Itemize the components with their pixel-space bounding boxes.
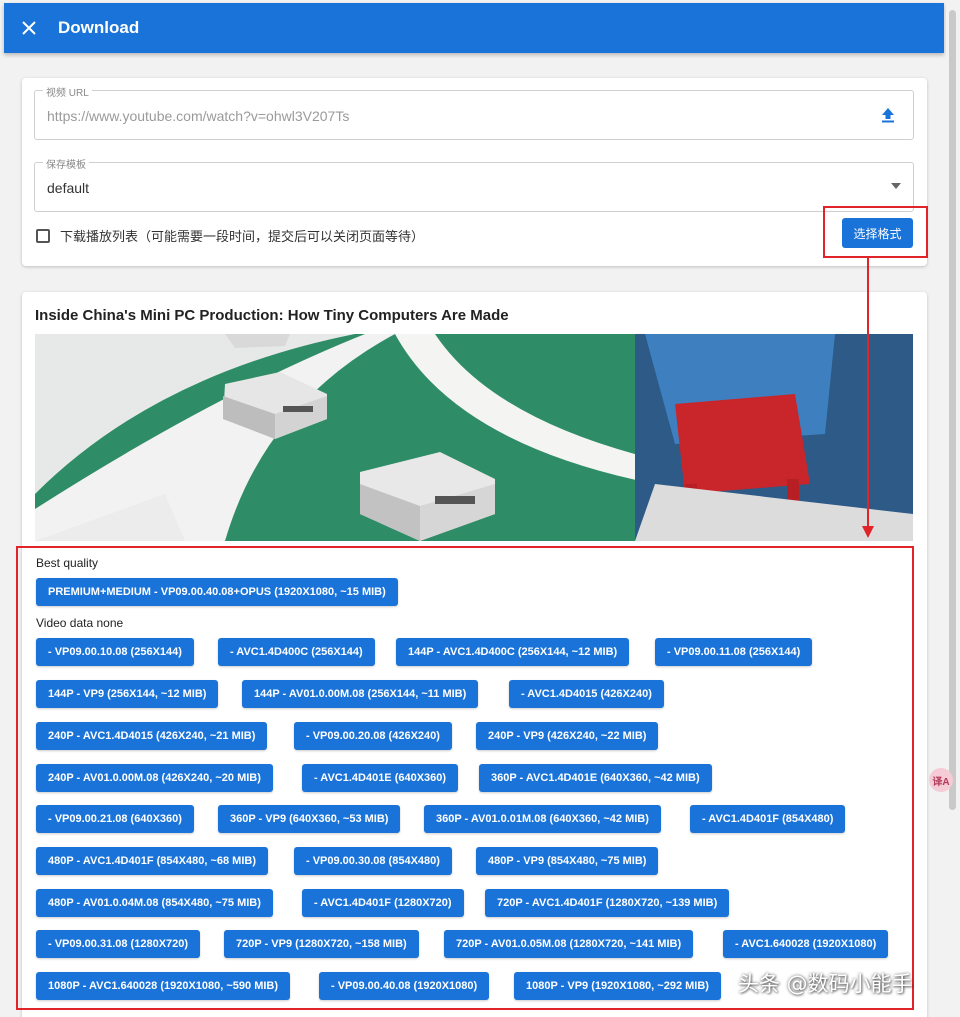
template-value: default	[47, 180, 90, 196]
url-field-label: 视频 URL	[43, 84, 92, 99]
annotation-box-formats	[16, 546, 914, 1010]
download-form: 视频 URL 保存模板 default 下载播放列表（可能需要一段时间，提交后可…	[22, 78, 927, 266]
playlist-checkbox[interactable]	[36, 228, 50, 243]
url-input[interactable]	[47, 108, 847, 124]
scrollbar-thumb[interactable]	[949, 10, 956, 810]
watermark: 头条 @数码小能手	[738, 972, 913, 996]
annotation-arrow-head	[862, 526, 874, 538]
close-button[interactable]	[4, 21, 54, 35]
playlist-option[interactable]: 下载播放列表（可能需要一段时间，提交后可以关闭页面等待）	[36, 226, 424, 245]
dialog-title: Download	[58, 18, 140, 37]
template-select[interactable]: 保存模板 default	[34, 156, 914, 212]
video-thumbnail	[35, 334, 913, 541]
playlist-label: 下载播放列表（可能需要一段时间，提交后可以关闭页面等待）	[60, 229, 425, 244]
annotation-box-select-format	[823, 206, 928, 258]
video-title: Inside China's Mini PC Production: How T…	[35, 307, 509, 324]
annotation-arrow-line	[867, 258, 869, 530]
template-field-label: 保存模板	[43, 156, 89, 171]
dropdown-icon[interactable]	[891, 183, 901, 189]
app-bar: Download	[4, 3, 944, 53]
upload-icon[interactable]	[881, 107, 895, 123]
url-field[interactable]: 视频 URL	[34, 84, 914, 140]
translate-badge-icon[interactable]: 译A	[929, 768, 953, 792]
close-icon	[22, 21, 36, 35]
